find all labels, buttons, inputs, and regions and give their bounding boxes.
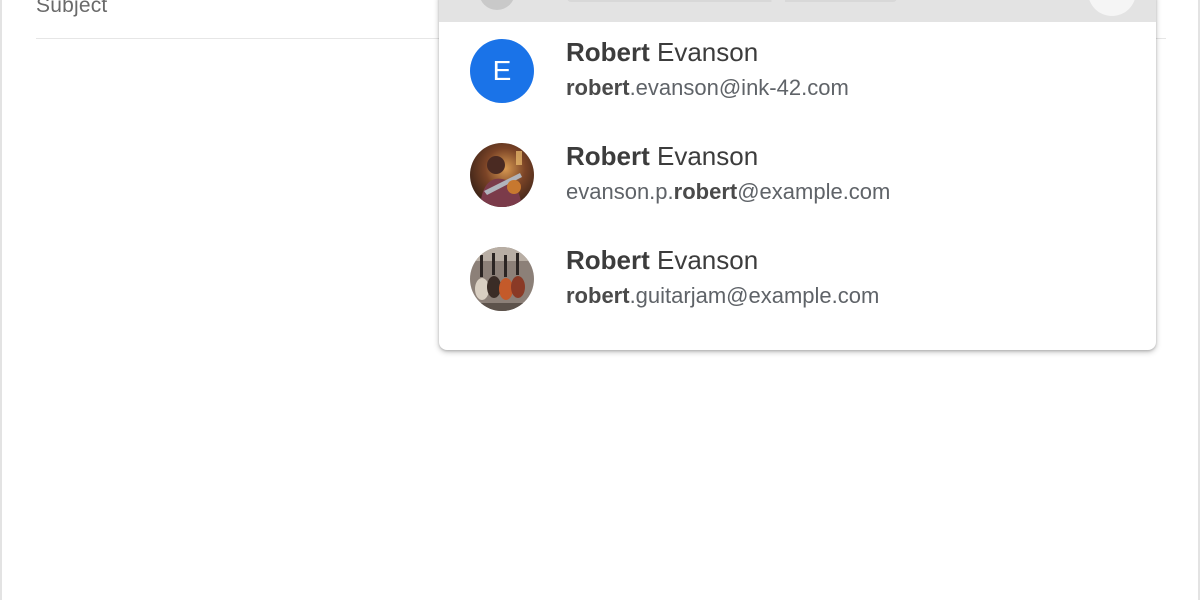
contact-suggestion[interactable]: Robert Evanson robert.guitarjam@example.… bbox=[439, 231, 1156, 335]
email-match: robert bbox=[673, 179, 738, 204]
name-rest: Evanson bbox=[649, 37, 759, 67]
contact-name: Robert Evanson bbox=[566, 37, 758, 68]
name-match: Robert bbox=[566, 245, 650, 275]
email-suffix: .guitarjam@example.com bbox=[629, 283, 880, 308]
name-match: Robert bbox=[566, 141, 650, 171]
contact-name: Robert Evanson bbox=[566, 141, 758, 172]
contact-suggestion[interactable]: E Robert Evanson robert.evanson@ink-42.c… bbox=[439, 23, 1156, 127]
avatar bbox=[479, 0, 515, 10]
contact-suggestions-dropdown: E Robert Evanson robert.evanson@ink-42.c… bbox=[439, 0, 1156, 350]
email-suffix: .evanson@ink-42.com bbox=[629, 75, 849, 100]
guitars-photo-icon bbox=[470, 247, 534, 311]
remove-suggestion-icon[interactable] bbox=[1088, 0, 1136, 16]
contact-email: evanson.p.robert@example.com bbox=[566, 179, 890, 205]
contact-suggestion[interactable]: Robert Evanson evanson.p.robert@example.… bbox=[439, 127, 1156, 231]
email-match: robert bbox=[566, 75, 630, 100]
person-guitar-photo-icon bbox=[470, 143, 534, 207]
name-match: Robert bbox=[566, 37, 650, 67]
contact-email: robert.guitarjam@example.com bbox=[566, 283, 879, 309]
email-suffix: @example.com bbox=[737, 179, 891, 204]
partially-visible-suggestion[interactable] bbox=[439, 0, 1156, 22]
suggestion-email-text bbox=[567, 0, 897, 2]
contact-email: robert.evanson@ink-42.com bbox=[566, 75, 849, 101]
compose-window: Subject E Robert Evanson robert.evanson@… bbox=[0, 0, 1200, 600]
avatar-letter-icon: E bbox=[470, 39, 534, 103]
name-rest: Evanson bbox=[649, 245, 759, 275]
email-prefix: evanson.p. bbox=[566, 179, 674, 204]
contact-name: Robert Evanson bbox=[566, 245, 758, 276]
subject-label: Subject bbox=[36, 0, 108, 17]
name-rest: Evanson bbox=[649, 141, 759, 171]
email-match: robert bbox=[566, 283, 630, 308]
